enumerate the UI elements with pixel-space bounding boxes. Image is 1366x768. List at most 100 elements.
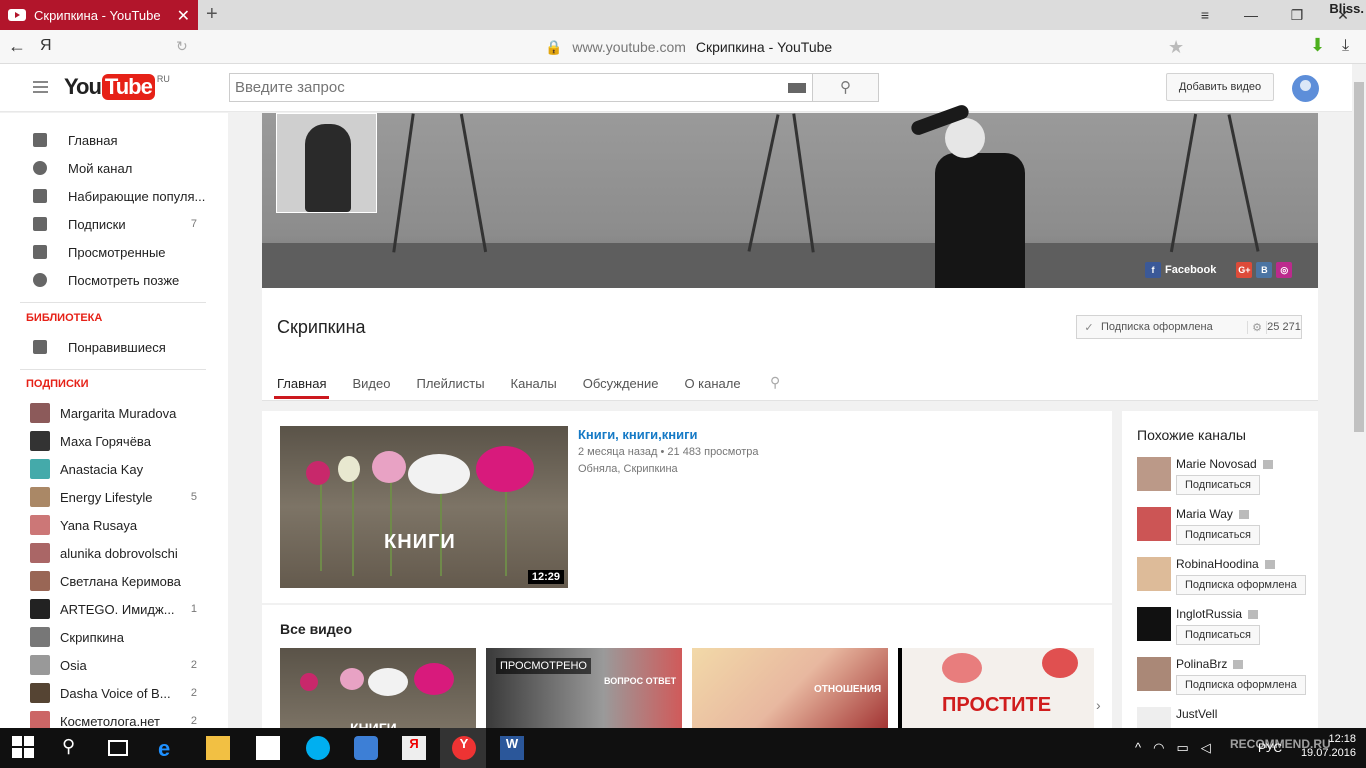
subscription-item[interactable]: alunika dobrovolschi	[24, 539, 210, 567]
subscribe-button[interactable]: ✓ Подписка оформлена ⚙ 25 271	[1076, 315, 1302, 339]
vk-icon[interactable]: B	[1256, 262, 1273, 278]
google-plus-icon[interactable]: G+	[1236, 262, 1253, 278]
related-channel-avatar[interactable]	[1137, 707, 1171, 728]
instagram-icon[interactable]: ◎	[1276, 262, 1293, 278]
facebook-icon[interactable]: f	[1145, 262, 1161, 278]
yandex-browser-icon[interactable]: Y	[452, 736, 476, 760]
menu-icon[interactable]: ≡	[1182, 7, 1228, 23]
related-channel-avatar[interactable]	[1137, 607, 1171, 641]
tab-channels[interactable]: Каналы	[511, 376, 557, 399]
related-subscribe-button[interactable]: Подписаться	[1176, 475, 1260, 495]
yandex-button[interactable]: Я	[40, 37, 52, 55]
downloads-icon[interactable]: ⤓	[1342, 37, 1349, 55]
subscription-item[interactable]: Светлана Керимова	[24, 567, 210, 595]
skype-icon[interactable]	[306, 736, 330, 760]
guide-item-my-channel[interactable]: Мой канал	[24, 154, 210, 182]
url-field[interactable]: 🔒 www.youtube.com Скрипкина - YouTube	[545, 39, 832, 56]
related-subscribe-button[interactable]: Подписаться	[1176, 525, 1260, 545]
subscription-item[interactable]: Margarita Muradova	[24, 399, 210, 427]
start-icon[interactable]	[12, 736, 36, 760]
channel-avatar[interactable]	[276, 113, 377, 213]
tab-playlists[interactable]: Плейлисты	[416, 376, 484, 399]
featured-title[interactable]: Книги, книги,книги	[578, 427, 698, 442]
logo-you: You	[64, 74, 102, 99]
featured-thumbnail[interactable]: КНИГИ 12:29	[280, 426, 568, 588]
yandex-taskbar-icon[interactable]: Я	[402, 736, 426, 760]
close-tab-icon[interactable]: ✕	[177, 6, 190, 26]
subscription-item[interactable]: Маха Горячёва	[24, 427, 210, 455]
channel-avatar-icon	[30, 655, 50, 675]
task-view-icon[interactable]	[108, 740, 128, 756]
guide-item-liked[interactable]: Понравившиеся	[24, 333, 210, 361]
guide-menu-icon[interactable]	[33, 81, 48, 93]
video-thumbnail-1[interactable]: КНИГИ	[280, 648, 476, 728]
video-thumbnail-2[interactable]: ПРОСМОТРЕНО ВОПРОС ОТВЕТ	[486, 648, 682, 728]
download-green-icon[interactable]: ⬇	[1310, 35, 1325, 56]
subscription-item[interactable]: Anastacia Kay	[24, 455, 210, 483]
related-channel-name[interactable]: Maria Way	[1176, 507, 1249, 521]
related-channel-name[interactable]: Marie Novosad	[1176, 457, 1273, 471]
page-scrollbar[interactable]	[1352, 64, 1366, 728]
explorer-icon[interactable]	[206, 736, 230, 760]
related-channel-avatar[interactable]	[1137, 507, 1171, 541]
subscription-item[interactable]: Dasha Voice of B... 2	[24, 679, 210, 707]
related-channel-avatar[interactable]	[1137, 657, 1171, 691]
minimize-icon[interactable]: —	[1228, 7, 1274, 23]
media-icon[interactable]	[354, 736, 378, 760]
tab-videos[interactable]: Видео	[352, 376, 390, 399]
channel-avatar-icon	[30, 543, 50, 563]
search-taskbar-icon[interactable]: ⚲	[62, 736, 86, 760]
next-arrow-icon[interactable]: ›	[1096, 697, 1101, 713]
shelf-title[interactable]: Все видео	[280, 621, 352, 637]
wifi-icon[interactable]: ◠	[1153, 740, 1164, 756]
account-avatar[interactable]	[1292, 75, 1319, 102]
browser-tab-youtube[interactable]: Скрипкина - YouTube ✕	[0, 0, 198, 30]
guide-item-trending[interactable]: Набирающие популя...	[24, 182, 210, 210]
search-input[interactable]	[230, 74, 770, 101]
related-channel-name[interactable]: InglotRussia	[1176, 607, 1259, 621]
back-arrow-icon[interactable]: ←	[8, 36, 26, 57]
restore-icon[interactable]: ❐	[1274, 7, 1320, 24]
video-thumbnail-3[interactable]: ОТНОШЕНИЯ	[692, 648, 888, 728]
subscription-item[interactable]: Скрипкина	[24, 623, 210, 651]
channel-avatar-icon	[30, 683, 50, 703]
bookmark-star-icon[interactable]: ★	[1168, 37, 1184, 58]
store-icon[interactable]	[256, 736, 280, 760]
related-channel-name[interactable]: RobinaHoodina	[1176, 557, 1275, 571]
guide-item-history[interactable]: Просмотренные	[24, 238, 210, 266]
guide-item-watch-later[interactable]: Посмотреть позже	[24, 266, 210, 294]
keyboard-icon[interactable]	[788, 83, 806, 93]
reload-icon[interactable]: ↻	[176, 38, 188, 55]
channel-search-icon[interactable]: ⚲	[770, 374, 780, 391]
youtube-logo[interactable]: You Tube RU	[64, 74, 170, 100]
subscription-item[interactable]: Косметолога.нет 2	[24, 707, 210, 728]
subscription-item[interactable]: Energy Lifestyle 5	[24, 483, 210, 511]
chevron-up-icon[interactable]: ^	[1135, 740, 1141, 756]
related-subscribe-button[interactable]: Подписка оформлена	[1176, 675, 1306, 695]
search-button[interactable]: ⚲	[812, 73, 879, 102]
scrollbar-thumb[interactable]	[1354, 82, 1364, 432]
guide-item-subscriptions[interactable]: Подписки 7	[24, 210, 210, 238]
word-icon[interactable]: W	[500, 736, 524, 760]
new-tab-button[interactable]: +	[206, 3, 218, 26]
upload-button[interactable]: Добавить видео	[1166, 73, 1274, 101]
related-subscribe-button[interactable]: Подписка оформлена	[1176, 575, 1306, 595]
edge-icon[interactable]: e	[158, 736, 182, 761]
subscription-item[interactable]: ARTEGO. Имидж... 1	[24, 595, 210, 623]
subscription-item[interactable]: Yana Rusaya	[24, 511, 210, 539]
video-thumbnail-4[interactable]: ПРОСТИТЕ	[898, 648, 1094, 728]
related-channel-name[interactable]: PolinaBrz	[1176, 657, 1244, 671]
related-channel-avatar[interactable]	[1137, 457, 1171, 491]
related-channel-avatar[interactable]	[1137, 557, 1171, 591]
battery-icon[interactable]: ▭	[1176, 740, 1188, 756]
tab-home[interactable]: Главная	[273, 376, 331, 399]
related-subscribe-button[interactable]: Подписаться	[1176, 625, 1260, 645]
facebook-link[interactable]: Facebook	[1165, 264, 1216, 276]
tab-discussion[interactable]: Обсуждение	[583, 376, 659, 399]
related-channel-name[interactable]: JustVell	[1176, 707, 1217, 721]
volume-icon[interactable]: ◁	[1201, 740, 1211, 756]
subscription-item[interactable]: Osia 2	[24, 651, 210, 679]
guide-item-home[interactable]: Главная	[24, 126, 210, 154]
gear-icon[interactable]: ⚙	[1247, 320, 1267, 334]
tab-about[interactable]: О канале	[684, 376, 740, 399]
